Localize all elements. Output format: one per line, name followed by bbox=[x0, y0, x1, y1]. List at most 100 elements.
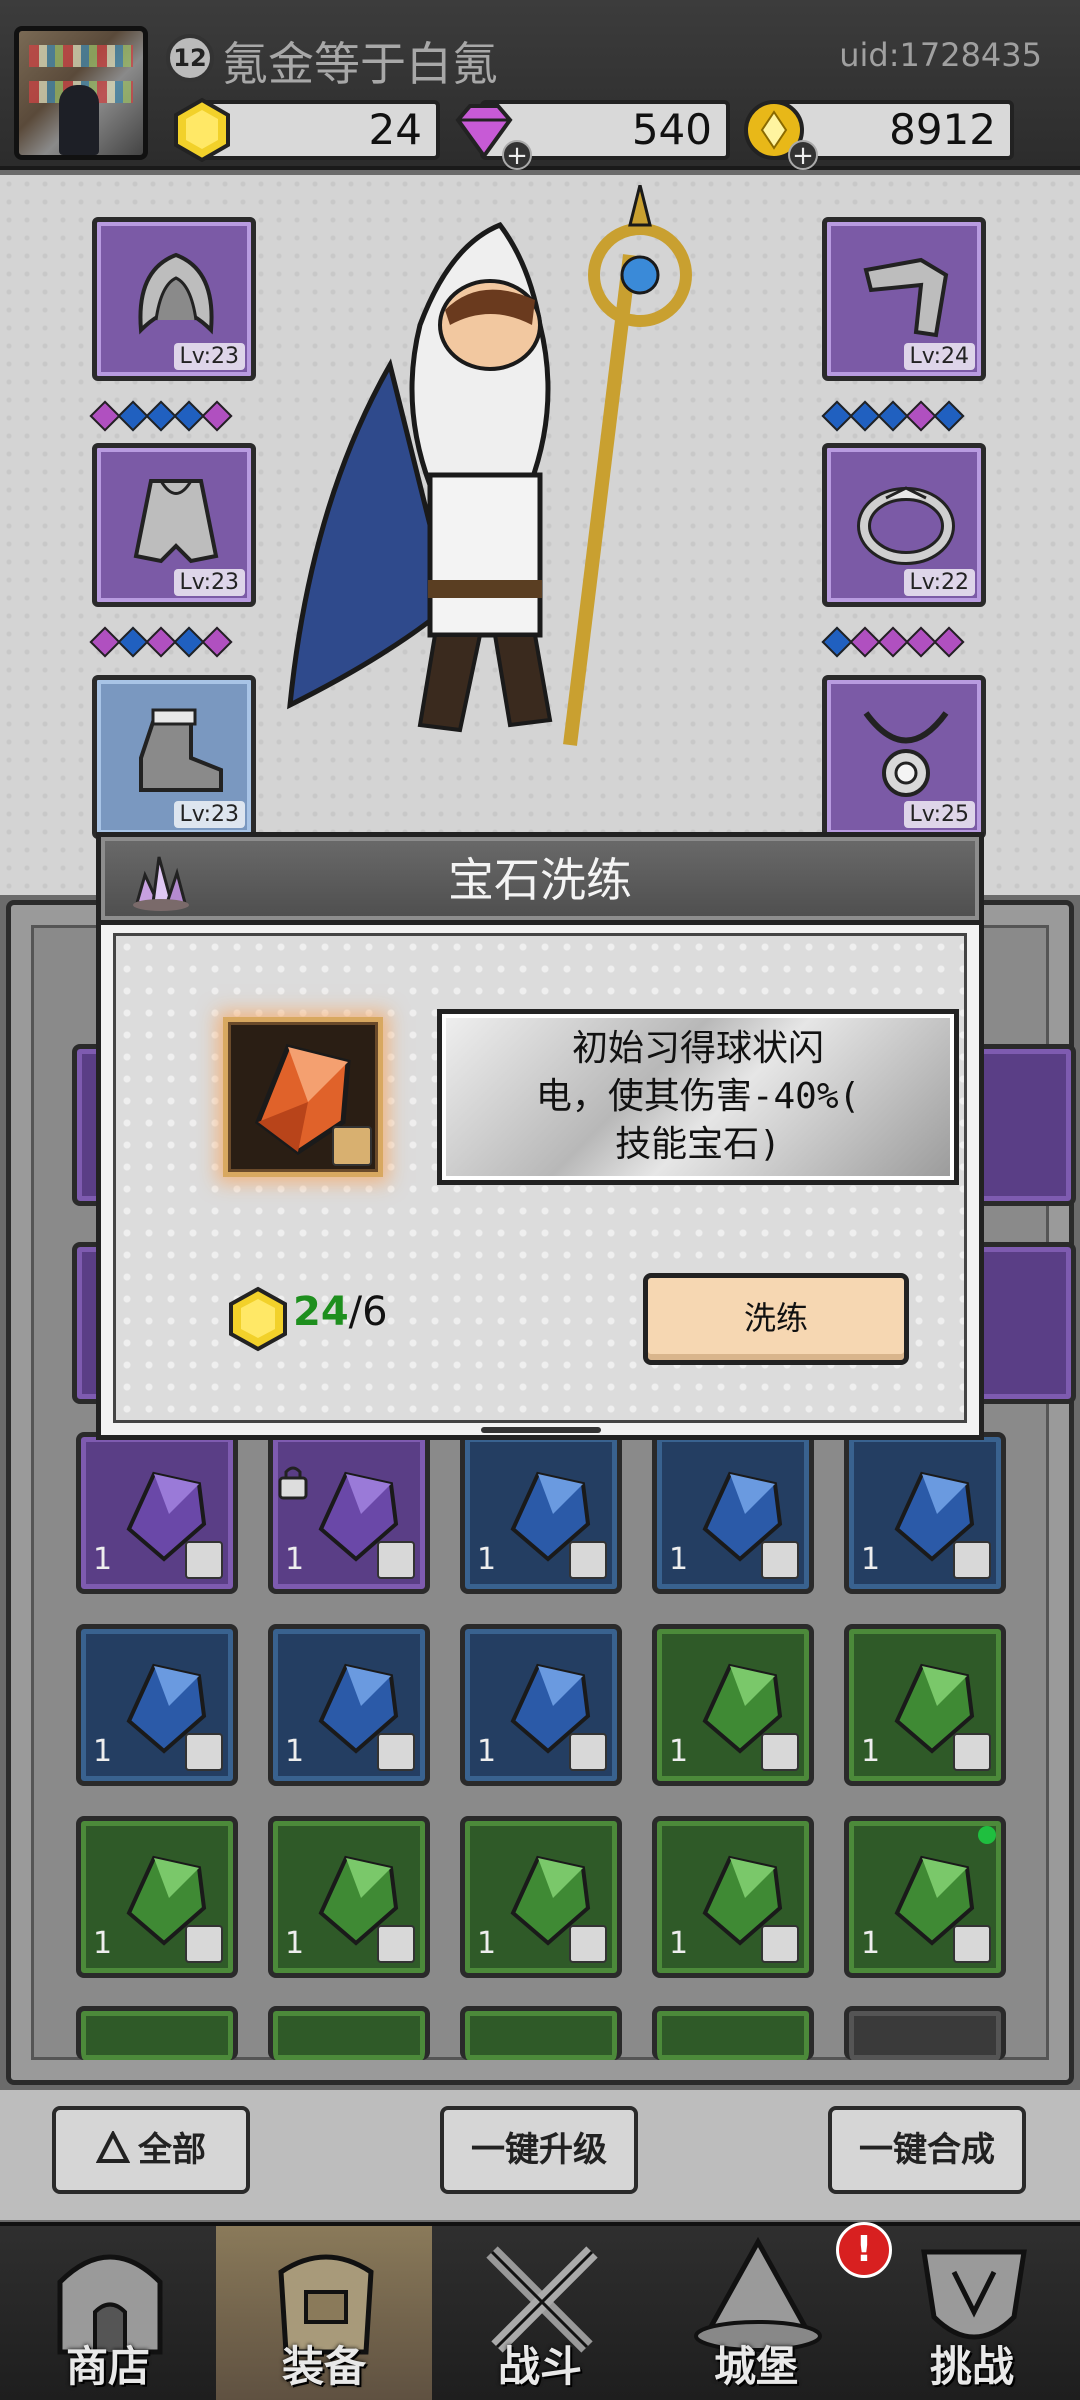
nav-castle[interactable]: 城堡 bbox=[648, 2226, 864, 2400]
gem-cell[interactable]: 1 bbox=[460, 1432, 622, 1594]
filter-all-button[interactable]: 全部 bbox=[52, 2106, 250, 2194]
cape-gem-sockets bbox=[89, 626, 233, 658]
dialog-handle bbox=[481, 1427, 601, 1433]
socket-blue bbox=[117, 400, 149, 432]
hero-character[interactable] bbox=[270, 185, 810, 795]
player-avatar[interactable] bbox=[14, 26, 148, 160]
dialog-title: 宝石洗练 bbox=[448, 853, 632, 907]
gem-cell[interactable] bbox=[460, 2006, 622, 2060]
gem-quantity: 1 bbox=[477, 1542, 497, 1577]
merge-all-button[interactable]: 一键合成 bbox=[828, 2106, 1026, 2194]
gem-cell[interactable]: 1 bbox=[76, 1816, 238, 1978]
gem-cell[interactable]: 1 bbox=[652, 1624, 814, 1786]
gem-cell[interactable]: 1 bbox=[76, 1624, 238, 1786]
socket-purple bbox=[877, 626, 909, 658]
description-line: 初始习得球状闪 bbox=[571, 1028, 824, 1069]
gem-refine-dialog: 宝石洗练 初始习得球状闪 电，使其伤害-40%( 技能宝石) 24/6 洗练 bbox=[96, 832, 984, 1440]
slot-level: Lv:23 bbox=[173, 343, 245, 370]
socket-blue bbox=[849, 400, 881, 432]
armor-type-icon bbox=[185, 1925, 223, 1963]
gem-quantity: 1 bbox=[93, 1734, 113, 1769]
cape-icon bbox=[133, 479, 219, 564]
description-line: 技能宝石) bbox=[615, 1124, 781, 1165]
filter-all-label: 全部 bbox=[138, 2130, 206, 2170]
refine-cost: 24/6 bbox=[293, 1289, 388, 1335]
top-header: 12 氪金等于白氪 uid:1728435 24 540 + 8912 + bbox=[0, 0, 1080, 170]
selected-gem[interactable] bbox=[223, 1017, 383, 1177]
ring-slot[interactable]: Lv:22 bbox=[822, 443, 986, 607]
gem-quantity: 1 bbox=[861, 1542, 881, 1577]
gem-quantity: 1 bbox=[477, 1926, 497, 1961]
add-diamond-button[interactable]: + bbox=[502, 140, 532, 170]
slot-level: Lv:22 bbox=[903, 569, 975, 596]
gem-cell[interactable]: 1 bbox=[460, 1816, 622, 1978]
player-name: 氪金等于白氪 bbox=[222, 37, 498, 91]
avatar-person bbox=[59, 85, 99, 155]
cape-slot[interactable]: Lv:23 bbox=[92, 443, 256, 607]
gem-cell[interactable]: 1 bbox=[844, 1624, 1006, 1786]
gem-cell[interactable]: 1 bbox=[76, 1432, 238, 1594]
gloves-slot[interactable]: Lv:24 bbox=[822, 217, 986, 381]
gem-cell[interactable]: 1 bbox=[844, 1432, 1006, 1594]
upgrade-all-button[interactable]: 一键升级 bbox=[440, 2106, 638, 2194]
socket-blue bbox=[117, 626, 149, 658]
boot-slot[interactable]: Lv:23 bbox=[92, 675, 256, 839]
slot-level: Lv:23 bbox=[173, 569, 245, 596]
boot-type-icon bbox=[569, 1925, 607, 1963]
nav-castle-label: 城堡 bbox=[713, 2342, 798, 2391]
nav-challenge-label: 挑战 bbox=[929, 2342, 1014, 2391]
socket-blue bbox=[145, 400, 177, 432]
slot-level: Lv:24 bbox=[903, 343, 975, 370]
hood-slot[interactable]: Lv:23 bbox=[92, 217, 256, 381]
ring-type-icon bbox=[377, 1733, 415, 1771]
ring-type-icon bbox=[332, 1126, 372, 1166]
add-coin-button[interactable]: + bbox=[788, 140, 818, 170]
gem-cell[interactable]: 1 bbox=[268, 1816, 430, 1978]
ring-gem-sockets bbox=[821, 626, 965, 658]
gem-cell[interactable] bbox=[844, 2006, 1006, 2060]
slot-level: Lv:23 bbox=[173, 801, 245, 828]
socket-purple bbox=[201, 626, 233, 658]
hood-gem-sockets bbox=[89, 400, 233, 432]
ring-icon bbox=[857, 486, 955, 565]
socket-purple bbox=[933, 626, 965, 658]
refine-button[interactable]: 洗练 bbox=[643, 1273, 909, 1365]
nav-equipment[interactable]: 装备 bbox=[216, 2226, 432, 2400]
gem-cell[interactable]: 1 bbox=[652, 1816, 814, 1978]
player-level-badge: 12 bbox=[166, 34, 214, 82]
castle-alert-badge: ! bbox=[836, 2222, 892, 2278]
gem-cell[interactable]: 1 bbox=[268, 1624, 430, 1786]
socket-blue bbox=[173, 400, 205, 432]
armor-type-icon bbox=[953, 1733, 991, 1771]
gem-quantity: 1 bbox=[669, 1542, 689, 1577]
gem-cell[interactable] bbox=[268, 2006, 430, 2060]
nav-battle[interactable]: 战斗 bbox=[432, 2226, 648, 2400]
socket-purple bbox=[905, 400, 937, 432]
gem-quantity: 1 bbox=[669, 1926, 689, 1961]
equipment-panel: Lv:23 Lv:23 Lv:23 Lv:24 Lv:22 Lv:25 bbox=[0, 175, 1080, 1015]
gem-cell[interactable]: 1 bbox=[268, 1432, 430, 1594]
socket-purple bbox=[849, 626, 881, 658]
triangle-filter-icon bbox=[95, 2129, 131, 2163]
socket-blue bbox=[933, 400, 965, 432]
gem-quantity: 1 bbox=[477, 1734, 497, 1769]
nav-shop[interactable]: 商店 bbox=[0, 2226, 216, 2400]
gem-cell[interactable] bbox=[652, 2006, 814, 2060]
gem-cell[interactable]: 1 bbox=[652, 1432, 814, 1594]
socket-purple bbox=[905, 626, 937, 658]
gloves-gem-sockets bbox=[821, 400, 965, 432]
bottom-nav: 商店 装备 战斗 城堡 挑战 bbox=[0, 2222, 1080, 2400]
gem-cell[interactable]: 1 bbox=[460, 1624, 622, 1786]
nav-challenge[interactable]: 挑战 bbox=[864, 2226, 1080, 2400]
gem-cell[interactable] bbox=[76, 2006, 238, 2060]
amulet-slot[interactable]: Lv:25 bbox=[822, 675, 986, 839]
gem-quantity: 1 bbox=[93, 1926, 113, 1961]
amulet-icon bbox=[863, 711, 949, 797]
socket-blue bbox=[821, 626, 853, 658]
cost-owned: 24 bbox=[293, 1289, 349, 1335]
crystal-cluster-icon bbox=[133, 856, 189, 911]
gem-quantity: 1 bbox=[285, 1926, 305, 1961]
gem-quantity: 1 bbox=[861, 1734, 881, 1769]
boot-type-icon bbox=[761, 1925, 799, 1963]
gem-effect-description: 初始习得球状闪 电，使其伤害-40%( 技能宝石) bbox=[437, 1009, 959, 1185]
